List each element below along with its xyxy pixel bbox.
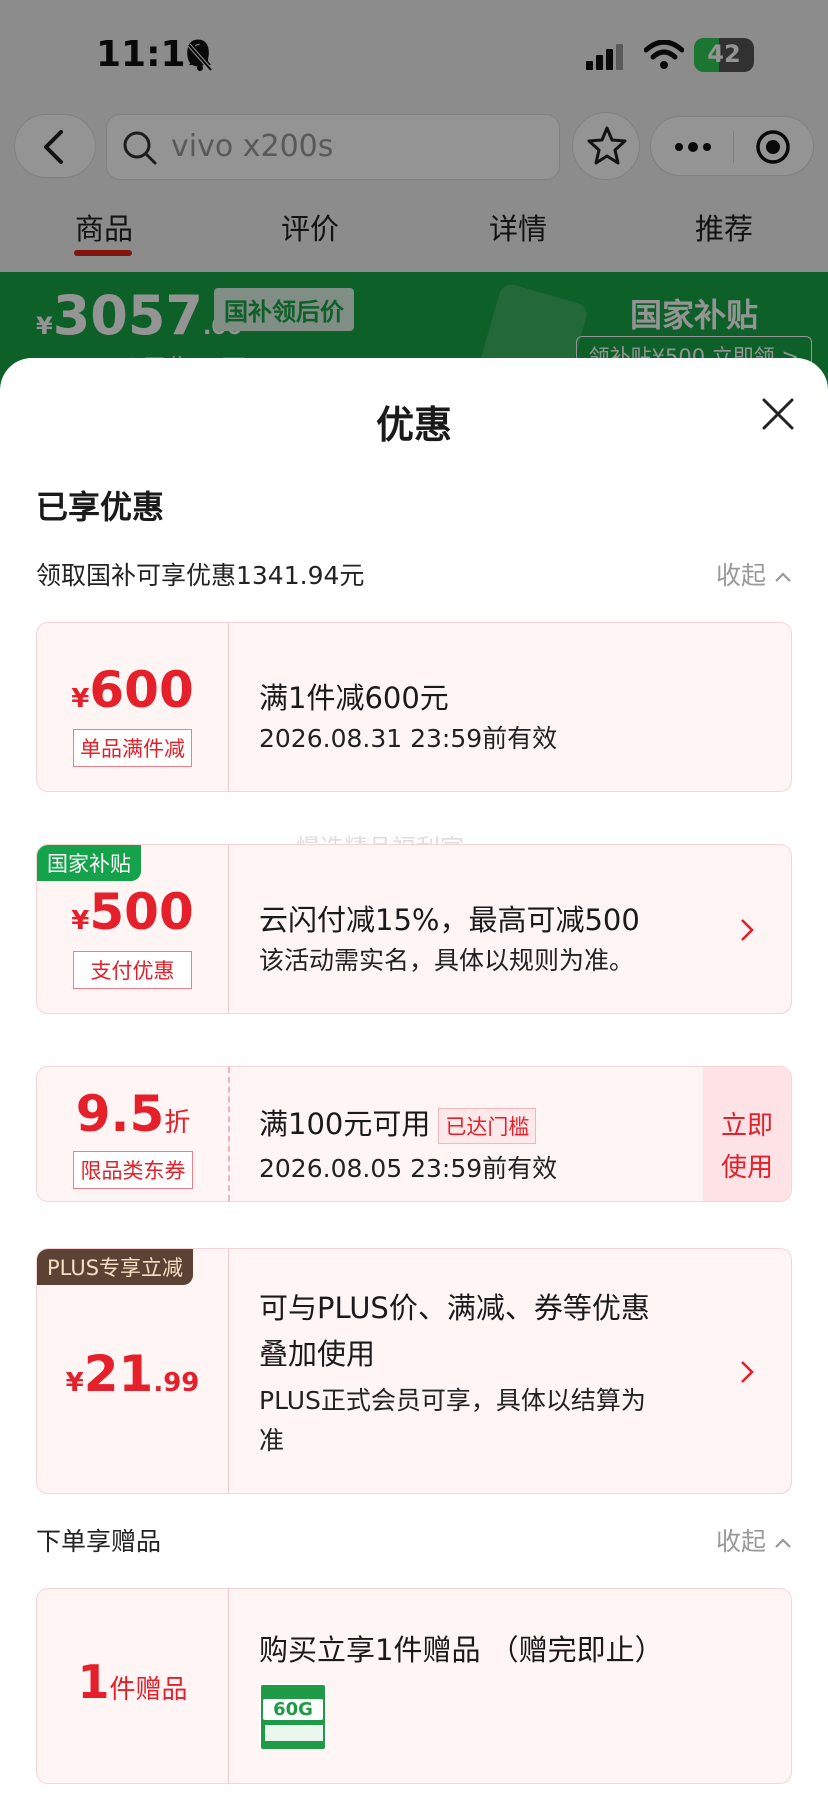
coupon-validity: 2026.08.31 23:59前有效 xyxy=(259,724,558,753)
enjoyed-discounts-heading: 已享优惠 xyxy=(36,488,165,526)
coupon-title-line1: 可与PLUS价、满减、券等优惠 xyxy=(259,1291,650,1325)
chevron-up-icon xyxy=(775,1538,791,1548)
gift-left-panel: 1件赠品 xyxy=(37,1589,229,1783)
gift-thumbnail-label: 60G xyxy=(263,1699,323,1720)
plus-exclusive-badge: PLUS专享立减 xyxy=(37,1249,194,1285)
national-subsidy-badge: 国家补贴 xyxy=(37,845,141,881)
gift-title: 购买立享1件赠品 （赠完即止） xyxy=(259,1633,664,1667)
coupon-title-line2: 叠加使用 xyxy=(259,1337,376,1371)
chevron-right-icon xyxy=(741,1361,754,1383)
coupon-card-payment-discount[interactable]: ¥500 支付优惠 国家补贴 云闪付减15%，最高可减500 该活动需实名，具体… xyxy=(36,844,792,1014)
coupon-card-category-voucher[interactable]: 9.5折 限品类东券 满100元可用 已达门槛 2026.08.05 23:59前… xyxy=(36,1066,792,1202)
chevron-up-icon xyxy=(775,572,791,582)
coupon-rule-line1: PLUS正式会员可享，具体以结算为 xyxy=(259,1386,646,1415)
gift-thumbnail-band xyxy=(265,1725,323,1741)
chevron-right-icon xyxy=(741,919,754,941)
close-icon[interactable] xyxy=(758,394,798,434)
collapse-label: 收起 xyxy=(715,561,766,590)
coupon-rule: 该活动需实名，具体以规则为准。 xyxy=(259,946,635,975)
coupon-left-panel: 9.5折 限品类东券 xyxy=(37,1067,229,1201)
coupon-left-panel: ¥600 单品满件减 xyxy=(37,623,229,791)
coupon-card-plus-discount[interactable]: ¥21.99 PLUS专享立减 可与PLUS价、满减、券等优惠 叠加使用 PLU… xyxy=(36,1248,792,1494)
discount-sheet: 优惠 已享优惠 领取国补可享优惠1341.94元 收起 ¥600 单品满件减 满… xyxy=(0,358,828,1795)
coupon-amount: ¥21.99 xyxy=(65,1345,200,1403)
coupon-title: 满1件减600元 xyxy=(259,681,449,715)
gift-heading: 下单享赠品 xyxy=(36,1527,162,1556)
coupon-type-tag: 单品满件减 xyxy=(73,729,192,767)
gift-card[interactable]: 1件赠品 购买立享1件赠品 （赠完即止） 60G xyxy=(36,1588,792,1784)
coupon-rule-line2: 准 xyxy=(259,1426,285,1455)
coupon-card-quantity-discount[interactable]: ¥600 单品满件减 满1件减600元 2026.08.31 23:59前有效 xyxy=(36,622,792,792)
subsidy-note: 领取国补可享优惠1341.94元 xyxy=(36,561,365,590)
modal-overlay[interactable] xyxy=(0,0,828,420)
coupon-type-tag: 限品类东券 xyxy=(73,1151,193,1189)
coupon-title: 云闪付减15%，最高可减500 xyxy=(259,903,640,937)
use-now-button[interactable]: 立即 使用 xyxy=(703,1067,791,1201)
sheet-title: 优惠 xyxy=(375,403,452,447)
coupon-validity: 2026.08.05 23:59前有效 xyxy=(259,1154,558,1183)
gift-thumbnail[interactable]: 60G xyxy=(259,1683,327,1751)
gift-count: 1件赠品 xyxy=(77,1655,188,1709)
threshold-reached-tag: 已达门槛 xyxy=(438,1108,537,1144)
coupon-amount: 9.5折 xyxy=(75,1085,191,1143)
coupon-amount: ¥500 xyxy=(71,883,194,941)
collapse-gifts-button[interactable]: 收起 xyxy=(716,1522,792,1558)
coupon-type-tag: 支付优惠 xyxy=(73,951,192,989)
coupon-perforation xyxy=(228,1067,230,1201)
collapse-discounts-button[interactable]: 收起 xyxy=(716,556,792,592)
coupon-title: 满100元可用 已达门槛 xyxy=(259,1101,537,1144)
collapse-label: 收起 xyxy=(715,1527,766,1556)
coupon-amount: ¥600 xyxy=(71,661,194,719)
coupon-left-panel: ¥21.99 xyxy=(37,1249,229,1493)
